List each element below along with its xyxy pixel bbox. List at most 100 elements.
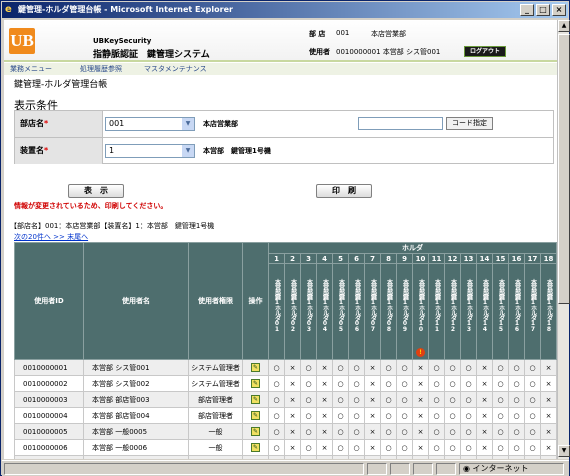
permission-mark[interactable]: × <box>316 423 333 440</box>
permission-mark[interactable]: ○ <box>268 407 285 424</box>
permission-mark[interactable]: × <box>476 391 493 408</box>
permission-mark[interactable]: × <box>284 423 301 440</box>
menu-master[interactable]: マスタメンテナンス <box>144 64 207 74</box>
permission-mark[interactable]: ○ <box>396 407 413 424</box>
permission-mark[interactable]: ○ <box>460 455 477 459</box>
permission-mark[interactable]: ○ <box>428 423 445 440</box>
permission-mark[interactable]: ○ <box>300 391 317 408</box>
permission-mark[interactable]: ○ <box>348 455 365 459</box>
permission-mark[interactable]: ○ <box>332 391 349 408</box>
code-specify-button[interactable]: コード指定 <box>446 117 493 130</box>
permission-mark[interactable]: ○ <box>460 439 477 456</box>
permission-mark[interactable]: ○ <box>300 455 317 459</box>
permission-mark[interactable]: ○ <box>428 455 445 459</box>
permission-mark[interactable]: × <box>316 407 333 424</box>
permission-mark[interactable]: ○ <box>444 391 461 408</box>
permission-mark[interactable]: ○ <box>524 375 541 392</box>
permission-mark[interactable]: ○ <box>396 439 413 456</box>
permission-mark[interactable]: × <box>284 455 301 459</box>
permission-mark[interactable]: ○ <box>396 375 413 392</box>
permission-mark[interactable]: ○ <box>268 423 285 440</box>
permission-mark[interactable]: × <box>364 391 381 408</box>
permission-mark[interactable]: ○ <box>380 407 397 424</box>
permission-mark[interactable]: × <box>316 455 333 459</box>
permission-mark[interactable]: ○ <box>396 359 413 376</box>
permission-mark[interactable]: ○ <box>460 407 477 424</box>
permission-mark[interactable]: × <box>284 375 301 392</box>
permission-mark[interactable]: ○ <box>348 375 365 392</box>
edit-icon[interactable]: ✎ <box>251 443 260 452</box>
permission-mark[interactable]: ○ <box>524 455 541 459</box>
permission-mark[interactable]: ○ <box>396 455 413 459</box>
permission-mark[interactable]: ○ <box>492 391 509 408</box>
permission-mark[interactable]: ○ <box>444 439 461 456</box>
permission-mark[interactable]: ○ <box>380 455 397 459</box>
permission-mark[interactable]: ○ <box>428 407 445 424</box>
permission-mark[interactable]: ○ <box>492 455 509 459</box>
permission-mark[interactable]: × <box>316 359 333 376</box>
edit-icon[interactable]: ✎ <box>251 363 260 372</box>
permission-mark[interactable]: ○ <box>380 439 397 456</box>
permission-mark[interactable]: ○ <box>444 455 461 459</box>
permission-mark[interactable]: × <box>364 359 381 376</box>
permission-mark[interactable]: ○ <box>508 407 525 424</box>
permission-mark[interactable]: ○ <box>508 375 525 392</box>
permission-mark[interactable]: ○ <box>300 375 317 392</box>
permission-mark[interactable]: ○ <box>508 423 525 440</box>
permission-mark[interactable]: ○ <box>300 439 317 456</box>
warning-icon[interactable]: ! <box>416 348 425 357</box>
permission-mark[interactable]: ○ <box>428 439 445 456</box>
permission-mark[interactable]: ○ <box>460 391 477 408</box>
permission-mark[interactable]: ○ <box>268 375 285 392</box>
permission-mark[interactable]: ○ <box>396 423 413 440</box>
permission-mark[interactable]: × <box>412 455 429 459</box>
permission-mark[interactable]: × <box>284 439 301 456</box>
permission-mark[interactable]: × <box>316 391 333 408</box>
permission-mark[interactable]: ○ <box>348 391 365 408</box>
edit-icon[interactable]: ✎ <box>251 411 260 420</box>
permission-mark[interactable]: × <box>540 359 557 376</box>
permission-mark[interactable]: × <box>316 375 333 392</box>
permission-mark[interactable]: ○ <box>268 359 285 376</box>
permission-mark[interactable]: ○ <box>332 455 349 459</box>
pagination-links[interactable]: 次の20件へ >> 末尾へ <box>14 232 88 242</box>
minimize-button[interactable]: _ <box>520 4 534 16</box>
menu-history[interactable]: 処理履歴参照 <box>80 64 122 74</box>
permission-mark[interactable]: × <box>476 375 493 392</box>
permission-mark[interactable]: ○ <box>380 391 397 408</box>
permission-mark[interactable]: ○ <box>380 375 397 392</box>
display-button[interactable]: 表 示 <box>68 184 124 198</box>
permission-mark[interactable]: ○ <box>268 391 285 408</box>
permission-mark[interactable]: ○ <box>268 439 285 456</box>
permission-mark[interactable]: ○ <box>460 375 477 392</box>
edit-icon[interactable]: ✎ <box>251 395 260 404</box>
permission-mark[interactable]: × <box>476 455 493 459</box>
device-select[interactable]: 1 ▼ <box>105 144 195 158</box>
permission-mark[interactable]: × <box>364 423 381 440</box>
permission-mark[interactable]: ○ <box>300 407 317 424</box>
permission-mark[interactable]: × <box>412 423 429 440</box>
permission-mark[interactable]: × <box>540 439 557 456</box>
permission-mark[interactable]: ○ <box>348 439 365 456</box>
permission-mark[interactable]: ○ <box>492 375 509 392</box>
permission-mark[interactable]: × <box>284 391 301 408</box>
permission-mark[interactable]: ○ <box>332 439 349 456</box>
permission-mark[interactable]: × <box>412 375 429 392</box>
permission-mark[interactable]: ○ <box>508 391 525 408</box>
permission-mark[interactable]: ○ <box>492 439 509 456</box>
edit-icon[interactable]: ✎ <box>251 427 260 436</box>
logout-button[interactable]: ログアウト <box>464 46 506 57</box>
scroll-down-icon[interactable]: ▼ <box>558 445 570 457</box>
permission-mark[interactable]: ○ <box>460 423 477 440</box>
permission-mark[interactable]: ○ <box>444 375 461 392</box>
permission-mark[interactable]: ○ <box>332 407 349 424</box>
permission-mark[interactable]: × <box>364 407 381 424</box>
maximize-button[interactable]: □ <box>536 4 550 16</box>
print-button[interactable]: 印 刷 <box>316 184 372 198</box>
permission-mark[interactable]: ○ <box>428 391 445 408</box>
permission-mark[interactable]: ○ <box>348 359 365 376</box>
permission-mark[interactable]: ○ <box>508 359 525 376</box>
permission-mark[interactable]: × <box>476 439 493 456</box>
permission-mark[interactable]: × <box>412 439 429 456</box>
permission-mark[interactable]: × <box>540 391 557 408</box>
